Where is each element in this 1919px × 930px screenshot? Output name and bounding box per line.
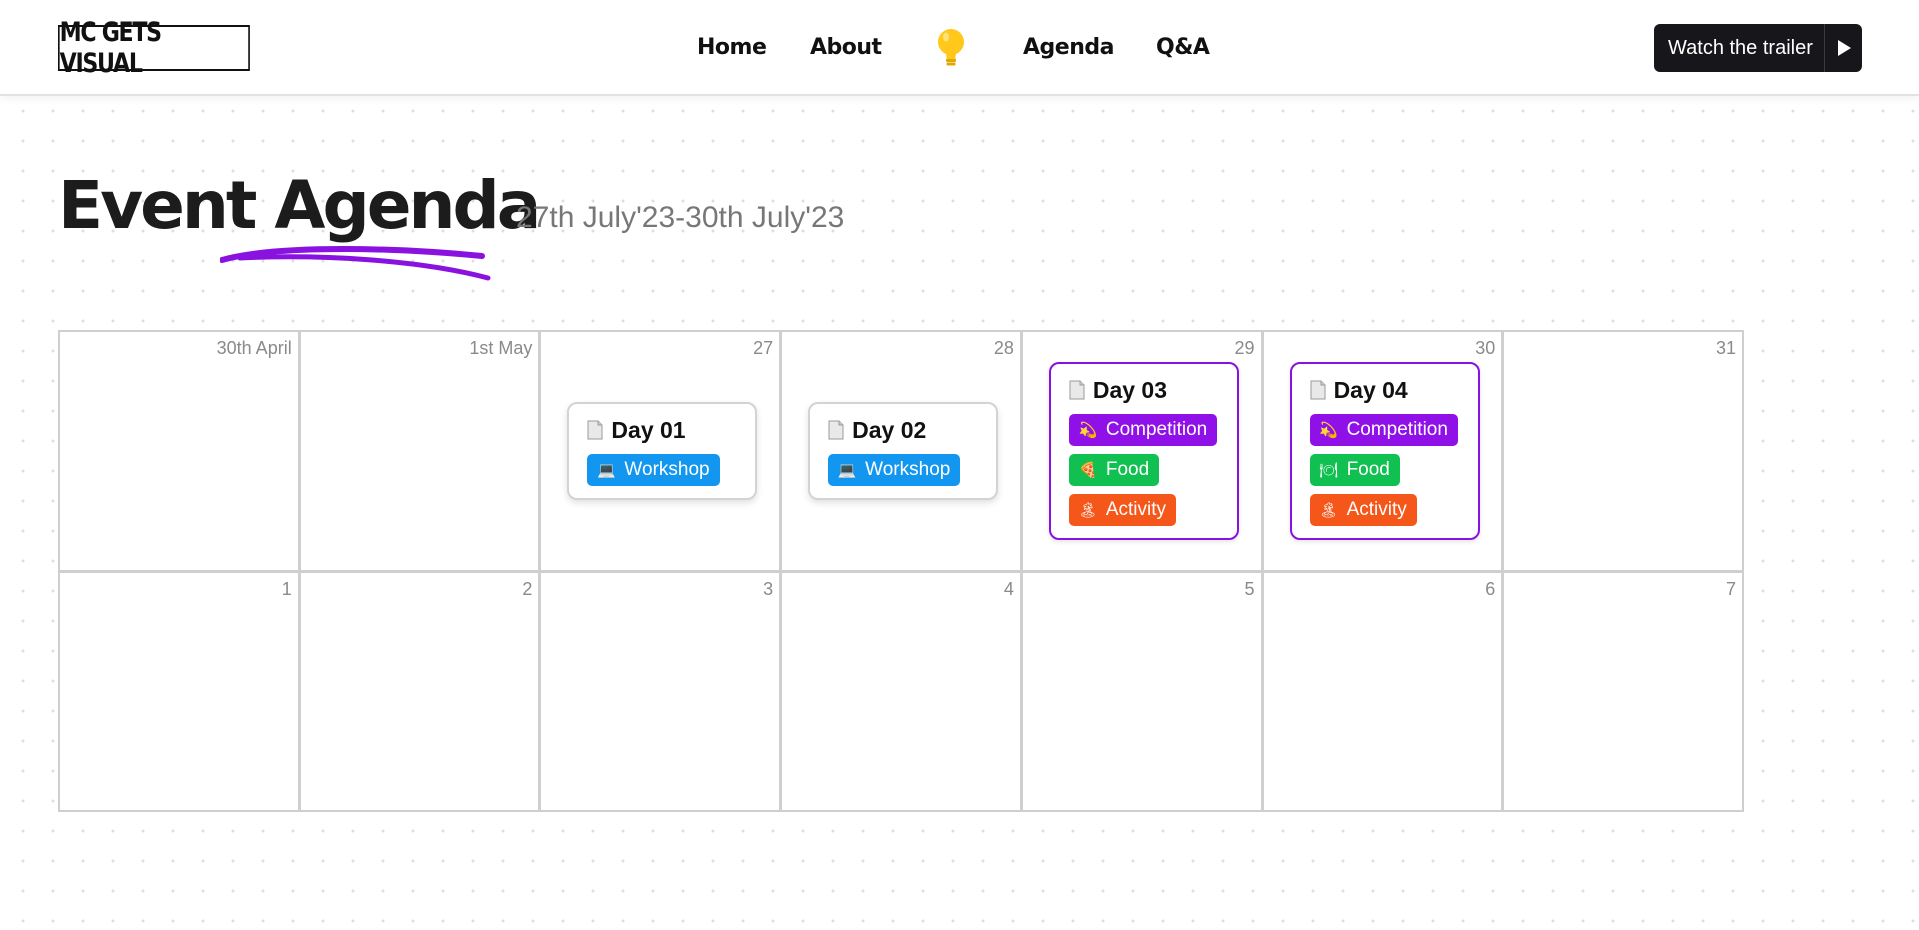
event-card-day-01[interactable]: Day 01 💻 Workshop <box>567 402 758 500</box>
tag-label: Activity <box>1346 499 1407 520</box>
nav-home[interactable]: Home <box>697 31 767 65</box>
calendar-cell: 5 <box>1022 572 1261 810</box>
event-title: Day 01 <box>611 416 686 443</box>
play-icon <box>1824 24 1862 72</box>
document-icon <box>1069 380 1085 400</box>
tag-competition[interactable]: 💫 Competition <box>1309 414 1458 446</box>
document-icon <box>828 420 844 440</box>
cell-date: 30th April <box>216 338 292 358</box>
tag-activity[interactable]: 🏝 Activity <box>1309 494 1417 526</box>
calendar-cell: 6 <box>1263 572 1502 810</box>
calendar-cell: 27 Day 01 💻 Workshop <box>541 332 780 570</box>
island-icon: 🏝 <box>1078 502 1098 519</box>
tag-food[interactable]: 🍽 Food <box>1309 454 1400 486</box>
dizzy-icon: 💫 <box>1319 422 1338 439</box>
tag-label: Activity <box>1105 499 1167 520</box>
tag-label: Food <box>1105 459 1150 480</box>
tag-activity[interactable]: 🏝 Activity <box>1068 494 1177 526</box>
tag-label: Competition <box>1346 419 1448 440</box>
event-date-range: 27th July'23-30th July'23 <box>516 201 845 234</box>
tag-competition[interactable]: 💫 Competition <box>1068 414 1218 446</box>
tag-food[interactable]: 🍕 Food <box>1068 454 1160 486</box>
calendar-cell: 29 Day 03 💫 Competition 🍕 Food 🏝 Activity <box>1022 332 1261 570</box>
calendar-cell: 3 <box>541 572 780 810</box>
site-header: MC GETS VISUAL Home About Agenda Q&A Wat… <box>0 0 1919 96</box>
calendar-cell: 4 <box>782 572 1020 810</box>
cell-date: 7 <box>1725 578 1736 599</box>
cell-date: 27 <box>753 338 774 358</box>
pizza-icon: 🍕 <box>1078 462 1098 479</box>
cell-date: 5 <box>1244 578 1255 599</box>
event-title: Day 04 <box>1333 376 1408 403</box>
cell-date: 30 <box>1475 338 1496 358</box>
laptop-icon: 💻 <box>597 462 616 479</box>
tag-label: Workshop <box>865 459 951 480</box>
island-icon: 🏝 <box>1319 502 1339 519</box>
cell-date: 1st May <box>469 338 533 358</box>
nav-qa[interactable]: Q&A <box>1156 31 1210 65</box>
cell-date: 2 <box>522 578 533 599</box>
calendar-cell: 2 <box>300 572 539 810</box>
tag-label: Food <box>1346 459 1390 480</box>
tag-workshop[interactable]: 💻 Workshop <box>828 454 961 486</box>
cell-date: 31 <box>1715 338 1736 358</box>
cell-date: 4 <box>1003 578 1014 599</box>
cell-date: 3 <box>763 578 774 599</box>
event-title: Day 03 <box>1092 376 1168 403</box>
calendar-cell: 1st May <box>300 332 539 570</box>
cell-date: 1 <box>281 578 292 599</box>
watch-trailer-label: Watch the trailer <box>1668 36 1813 59</box>
calendar-cell: 31 <box>1504 332 1742 570</box>
calendar-cell: 30th April <box>60 332 298 570</box>
tag-workshop[interactable]: 💻 Workshop <box>587 454 720 486</box>
document-icon <box>1310 380 1326 400</box>
event-card-day-04[interactable]: Day 04 💫 Competition 🍽 Food 🏝 Activity <box>1289 362 1480 540</box>
cell-date: 29 <box>1234 338 1255 358</box>
event-card-day-02[interactable]: Day 02 💻 Workshop <box>808 402 999 500</box>
page-title: Event Agenda <box>58 167 541 244</box>
agenda-calendar: 30th April 1st May 27 Day 01 💻 Workshop 2… <box>58 330 1744 812</box>
cell-date: 28 <box>993 338 1014 358</box>
watch-trailer-button[interactable]: Watch the trailer <box>1654 24 1862 72</box>
tag-label: Competition <box>1105 419 1208 440</box>
dizzy-icon: 💫 <box>1078 422 1098 439</box>
calendar-cell: 30 Day 04 💫 Competition 🍽 Food 🏝 Activity <box>1263 332 1502 570</box>
cell-date: 6 <box>1485 578 1496 599</box>
calendar-cell: 1 <box>60 572 298 810</box>
calendar-cell: 7 <box>1504 572 1742 810</box>
nav-agenda[interactable]: Agenda <box>1023 31 1114 65</box>
food-icon: 🍽 <box>1319 462 1339 479</box>
nav-about[interactable]: About <box>810 31 882 65</box>
calendar-cell: 28 Day 02 💻 Workshop <box>782 332 1020 570</box>
event-card-day-03[interactable]: Day 03 💫 Competition 🍕 Food 🏝 Activity <box>1048 362 1239 540</box>
tag-label: Workshop <box>624 459 710 480</box>
lightbulb-icon[interactable] <box>935 27 967 69</box>
document-icon <box>587 420 603 440</box>
title-underline-decoration <box>220 246 491 281</box>
laptop-icon: 💻 <box>837 462 857 479</box>
event-title: Day 02 <box>852 416 927 443</box>
